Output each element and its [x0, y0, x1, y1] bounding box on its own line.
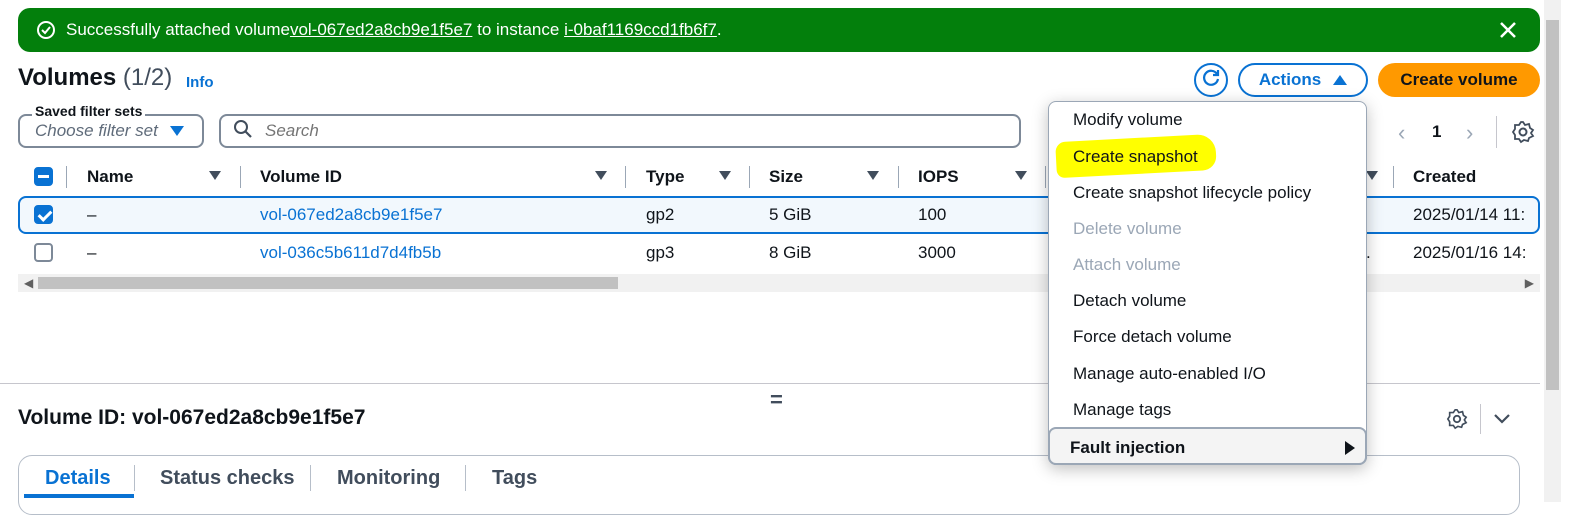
selection-count: (1/2): [122, 64, 173, 91]
cell-iops: 100: [918, 205, 947, 224]
menu-item-force-detach-volume[interactable]: Force detach volume: [1073, 327, 1232, 347]
cell-volume-id-link[interactable]: vol-036c5b611d7d4fb5b: [260, 243, 441, 263]
sort-icon[interactable]: [867, 171, 879, 180]
scroll-left-icon[interactable]: ◀: [24, 276, 33, 290]
cell-size: 8 GiB: [769, 243, 812, 262]
cell-created: 2025/01/16 14:: [1413, 243, 1527, 262]
info-link[interactable]: Info: [186, 74, 214, 91]
column-divider: [240, 166, 241, 188]
column-header-size[interactable]: Size: [769, 167, 803, 187]
select-all-checkbox[interactable]: [34, 167, 53, 186]
column-divider: [1045, 166, 1046, 188]
cell-iops: 3000: [918, 243, 956, 262]
sort-icon[interactable]: [1366, 171, 1378, 180]
fault-injection-label: Fault injection: [1070, 438, 1186, 457]
detail-divider: [1480, 404, 1481, 434]
tab-divider: [134, 465, 135, 491]
search-input[interactable]: [263, 120, 963, 142]
tab-status-checks[interactable]: Status checks: [160, 467, 295, 490]
column-divider: [66, 166, 67, 188]
column-divider: [1393, 166, 1394, 188]
menu-item-delete-volume: Delete volume: [1073, 219, 1182, 238]
refresh-button[interactable]: [1194, 63, 1228, 97]
pager-divider: [1496, 116, 1497, 148]
saved-filter-sets-placeholder: Choose filter set: [35, 121, 158, 140]
column-header-volume-id[interactable]: Volume ID: [260, 167, 342, 187]
resize-handle[interactable]: =: [770, 387, 783, 413]
scrollbar-thumb[interactable]: [1546, 20, 1559, 390]
column-divider: [749, 166, 750, 188]
settings-icon[interactable]: [1511, 120, 1535, 144]
cell-type: gp3: [646, 243, 675, 262]
refresh-icon: [1200, 67, 1222, 94]
flash-text-suffix: .: [716, 20, 722, 39]
cell-type: gp2: [646, 205, 675, 224]
caret-up-icon: [1333, 70, 1348, 90]
sort-icon[interactable]: [209, 171, 221, 180]
flash-text-middle: to instance: [472, 20, 565, 39]
tab-tags[interactable]: Tags: [492, 467, 537, 490]
menu-item-attach-volume: Attach volume: [1073, 255, 1181, 274]
menu-item-manage-auto-enabled-io[interactable]: Manage auto-enabled I/O: [1073, 364, 1266, 384]
detail-title: Volume ID: vol-067ed2a8cb9e1f5e7: [18, 406, 366, 429]
tab-monitoring[interactable]: Monitoring: [337, 467, 440, 490]
page-title: Volumes (1/2): [18, 64, 172, 92]
page-title-text: Volumes: [18, 64, 117, 91]
row-checkbox[interactable]: [34, 205, 53, 224]
column-header-iops[interactable]: IOPS: [918, 167, 959, 187]
column-divider: [898, 166, 899, 188]
current-page[interactable]: 1: [1432, 122, 1441, 142]
page-scrollbar[interactable]: [1544, 0, 1561, 502]
active-tab-indicator: [24, 494, 134, 498]
row-checkbox[interactable]: [34, 243, 53, 262]
caret-right-icon: [1345, 441, 1355, 455]
menu-item-manage-tags[interactable]: Manage tags: [1073, 400, 1171, 420]
flash-volume-link[interactable]: vol-067ed2a8cb9e1f5e7: [290, 20, 472, 40]
column-divider: [625, 166, 626, 188]
previous-page-button[interactable]: ‹: [1398, 120, 1405, 146]
sort-icon[interactable]: [719, 171, 731, 180]
create-volume-button[interactable]: Create volume: [1378, 63, 1540, 97]
tab-divider: [465, 465, 466, 491]
tab-details[interactable]: Details: [45, 467, 111, 490]
column-header-created[interactable]: Created: [1413, 167, 1476, 187]
tab-divider: [310, 465, 311, 491]
sort-icon[interactable]: [595, 171, 607, 180]
cell-name: –: [87, 205, 97, 224]
saved-filter-sets-label: Saved filter sets: [32, 103, 146, 119]
check-circle-icon: [36, 20, 56, 40]
search-icon: [233, 119, 253, 144]
menu-item-fault-injection[interactable]: Fault injection: [1048, 427, 1367, 465]
menu-item-modify-volume[interactable]: Modify volume: [1073, 110, 1183, 130]
caret-down-icon: [170, 126, 184, 136]
column-header-type[interactable]: Type: [646, 167, 684, 187]
search-field[interactable]: [219, 114, 1021, 148]
sort-icon[interactable]: [1015, 171, 1027, 180]
cell-created: 2025/01/14 11:: [1413, 205, 1526, 224]
cell-volume-id-link[interactable]: vol-067ed2a8cb9e1f5e7: [260, 205, 442, 225]
close-icon[interactable]: [1496, 18, 1520, 42]
scrollbar-thumb[interactable]: [38, 277, 618, 289]
chevron-down-icon[interactable]: [1493, 410, 1511, 428]
cell-name: –: [87, 243, 97, 262]
column-header-name[interactable]: Name: [87, 167, 133, 187]
next-page-button[interactable]: ›: [1466, 120, 1473, 146]
settings-icon[interactable]: [1446, 408, 1468, 430]
menu-item-detach-volume[interactable]: Detach volume: [1073, 291, 1186, 311]
actions-button-label: Actions: [1258, 70, 1322, 89]
flash-text-prefix: Successfully attached volume: [66, 20, 290, 39]
scroll-right-icon[interactable]: ▶: [1525, 276, 1534, 290]
flash-instance-link[interactable]: i-0baf1169ccd1fb6f7: [564, 20, 717, 40]
menu-item-create-snapshot[interactable]: Create snapshot: [1073, 147, 1198, 167]
cell-size: 5 GiB: [769, 205, 812, 224]
menu-item-create-snapshot-lifecycle-policy[interactable]: Create snapshot lifecycle policy: [1073, 183, 1311, 203]
actions-button[interactable]: Actions: [1238, 63, 1368, 97]
success-flashbar: Successfully attached volume vol-067ed2a…: [18, 8, 1540, 52]
